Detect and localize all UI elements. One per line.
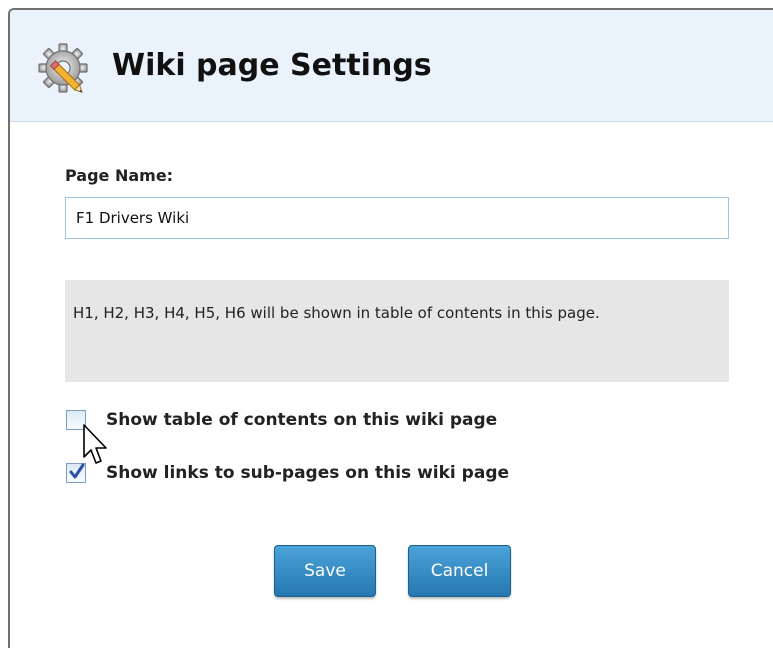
page-name-label: Page Name: bbox=[65, 166, 174, 185]
dialog-header: Wiki page Settings bbox=[10, 10, 773, 122]
save-button[interactable]: Save bbox=[274, 545, 376, 597]
dialog-title: Wiki page Settings bbox=[112, 48, 432, 83]
cancel-button[interactable]: Cancel bbox=[408, 545, 511, 597]
option-show-subpage-links[interactable]: Show links to sub-pages on this wiki pag… bbox=[66, 461, 509, 485]
page-name-input[interactable] bbox=[65, 197, 729, 239]
toc-info-box: H1, H2, H3, H4, H5, H6 will be shown in … bbox=[65, 280, 729, 382]
wiki-settings-dialog: Wiki page Settings Page Name: H1, H2, H3… bbox=[8, 8, 773, 648]
option-show-toc[interactable]: Show table of contents on this wiki page bbox=[66, 408, 497, 432]
show-toc-label: Show table of contents on this wiki page bbox=[106, 410, 498, 430]
gear-pencil-icon bbox=[35, 38, 99, 102]
show-subpage-links-label: Show links to sub-pages on this wiki pag… bbox=[106, 463, 510, 483]
mouse-pointer-icon bbox=[82, 423, 110, 469]
